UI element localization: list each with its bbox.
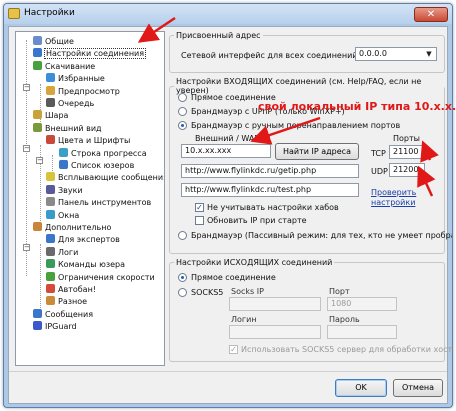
arrow-to-udp-icon: [417, 165, 436, 197]
arrow-to-tcp-icon: [420, 140, 439, 163]
annotation-arrows: [137, 16, 439, 197]
arrow-to-tree-icon: [137, 16, 176, 43]
arrow-to-wan-ip-icon: [250, 116, 321, 145]
